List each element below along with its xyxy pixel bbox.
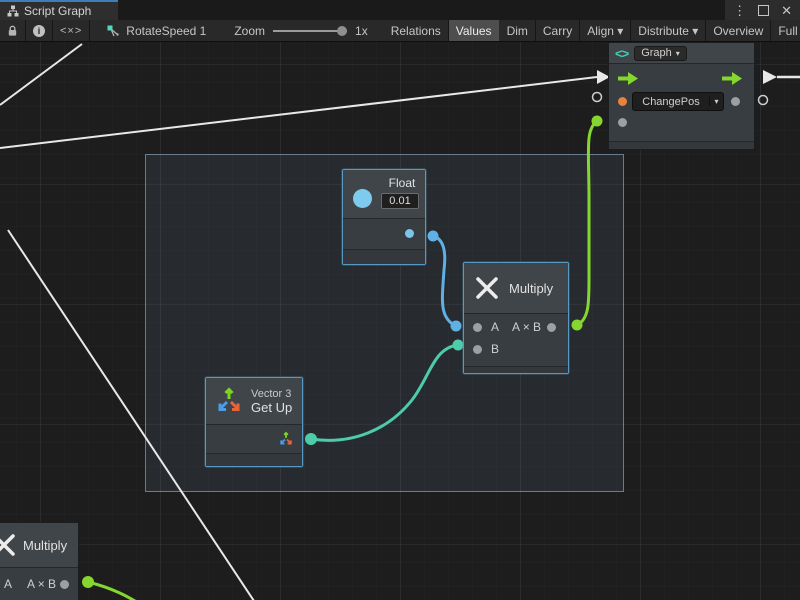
- chevron-down-icon: ▾: [676, 49, 680, 58]
- node-multiply-2[interactable]: Multiply A A × B: [0, 522, 79, 600]
- float-output-port[interactable]: [405, 229, 414, 238]
- graph-reference[interactable]: RotateSpeed 1: [98, 20, 214, 41]
- multiply2-a-label: A: [4, 577, 12, 591]
- zoom-slider-handle[interactable]: [337, 26, 347, 36]
- graph-code-icon: <>: [615, 46, 628, 61]
- toolbar-button-relations[interactable]: Relations: [384, 20, 449, 41]
- title-bar: Script Graph ⋮ ✕: [0, 0, 800, 20]
- node-multiply[interactable]: Multiply A A × B B: [463, 262, 569, 374]
- ring-endpoint-right: [759, 96, 768, 105]
- graph-ref-icon: [106, 24, 120, 38]
- wire-end-graph-value-input: [592, 116, 603, 127]
- toolbar-button-values[interactable]: Values: [449, 20, 500, 41]
- zoom-value: 1x: [355, 24, 368, 38]
- vector3-type-label: Vector 3: [251, 388, 292, 400]
- info-icon: i: [33, 25, 45, 37]
- vector3-node-footer: [206, 454, 302, 466]
- zoom-control: Zoom 1x: [226, 20, 375, 41]
- toolbar-button-dim[interactable]: Dim: [500, 20, 536, 41]
- toolbar-button-fullscreen[interactable]: Full Screen: [771, 20, 800, 41]
- titlebar-spacer: [118, 0, 725, 20]
- chevron-down-icon: ▾: [709, 97, 723, 106]
- wire-end-multiply2-result: [82, 576, 94, 588]
- info-button[interactable]: i: [26, 20, 53, 41]
- lock-button[interactable]: [0, 20, 26, 41]
- float-icon: [353, 189, 372, 208]
- getup-title: Get Up: [251, 400, 292, 415]
- multiply2-result-port[interactable]: [60, 580, 69, 589]
- multiply-title: Multiply: [509, 281, 553, 296]
- graph-canvas[interactable]: <> Graph ▾ ChangePos ▾: [0, 42, 800, 600]
- multiply-result-label: A × B: [512, 320, 541, 334]
- node-graph[interactable]: <> Graph ▾ ChangePos ▾: [608, 42, 755, 150]
- tab-title: Script Graph: [24, 4, 91, 18]
- wire-white-into-graph: [0, 77, 597, 148]
- graph-changepos-port[interactable]: [618, 97, 627, 106]
- script-graph-window: Script Graph ⋮ ✕ i <×> Ro: [0, 0, 800, 600]
- graph-hierarchy-icon: [7, 5, 19, 17]
- tab-script-graph[interactable]: Script Graph: [0, 0, 118, 20]
- graph-ref-label: RotateSpeed 1: [126, 24, 206, 38]
- close-icon[interactable]: ✕: [781, 4, 792, 17]
- flow-output-arrow-icon[interactable]: [721, 72, 743, 85]
- code-icon: <×>: [60, 25, 82, 37]
- zoom-label: Zoom: [234, 24, 265, 38]
- window-menu-icon[interactable]: ⋮: [733, 4, 746, 17]
- code-preview-button[interactable]: <×>: [53, 20, 90, 41]
- float-title: Float: [381, 176, 423, 190]
- float-value-input[interactable]: 0.01: [381, 193, 419, 209]
- graph-value-input-port[interactable]: [618, 118, 627, 127]
- graph-toolbar: i <×> RotateSpeed 1 Zoom 1x Relations Va…: [0, 20, 800, 42]
- vector3-icon: [214, 386, 244, 416]
- flow-arrowhead-graph-output: [763, 70, 777, 84]
- wire-white-topleft: [0, 44, 82, 105]
- multiply2-result-label: A × B: [27, 577, 56, 591]
- maximize-icon[interactable]: [758, 5, 769, 16]
- graph-value-output-port[interactable]: [731, 97, 740, 106]
- multiply-a-label: A: [491, 320, 499, 334]
- zoom-slider[interactable]: [273, 30, 347, 32]
- multiply-node-footer: [464, 367, 568, 373]
- toolbar-button-distribute[interactable]: Distribute ▾: [631, 20, 706, 41]
- graph-node-footer: [609, 142, 754, 149]
- multiply-b-port[interactable]: [473, 345, 482, 354]
- lock-icon: [7, 25, 18, 37]
- multiply-b-label: B: [491, 342, 499, 356]
- wire-multiply2-result-out: [88, 582, 172, 600]
- window-controls: ⋮ ✕: [725, 0, 800, 20]
- multiply-result-port[interactable]: [547, 323, 556, 332]
- vector3-output-port[interactable]: [278, 431, 294, 447]
- multiply-icon: [474, 275, 500, 301]
- toolbar-button-align[interactable]: Align ▾: [580, 20, 631, 41]
- float-node-footer: [343, 250, 425, 264]
- flow-input-arrow-icon[interactable]: [617, 72, 639, 85]
- changepos-dropdown[interactable]: ChangePos ▾: [632, 92, 724, 111]
- multiply-icon: [0, 532, 17, 558]
- node-vector3-getup[interactable]: Vector 3 Get Up: [205, 377, 303, 467]
- ring-endpoint-left: [593, 93, 602, 102]
- toolbar-button-carry[interactable]: Carry: [536, 20, 580, 41]
- graph-dropdown[interactable]: Graph ▾: [634, 46, 687, 61]
- multiply2-title: Multiply: [23, 538, 67, 553]
- toolbar-button-overview[interactable]: Overview: [706, 20, 771, 41]
- multiply-a-port[interactable]: [473, 323, 482, 332]
- node-float[interactable]: Float 0.01: [342, 169, 426, 265]
